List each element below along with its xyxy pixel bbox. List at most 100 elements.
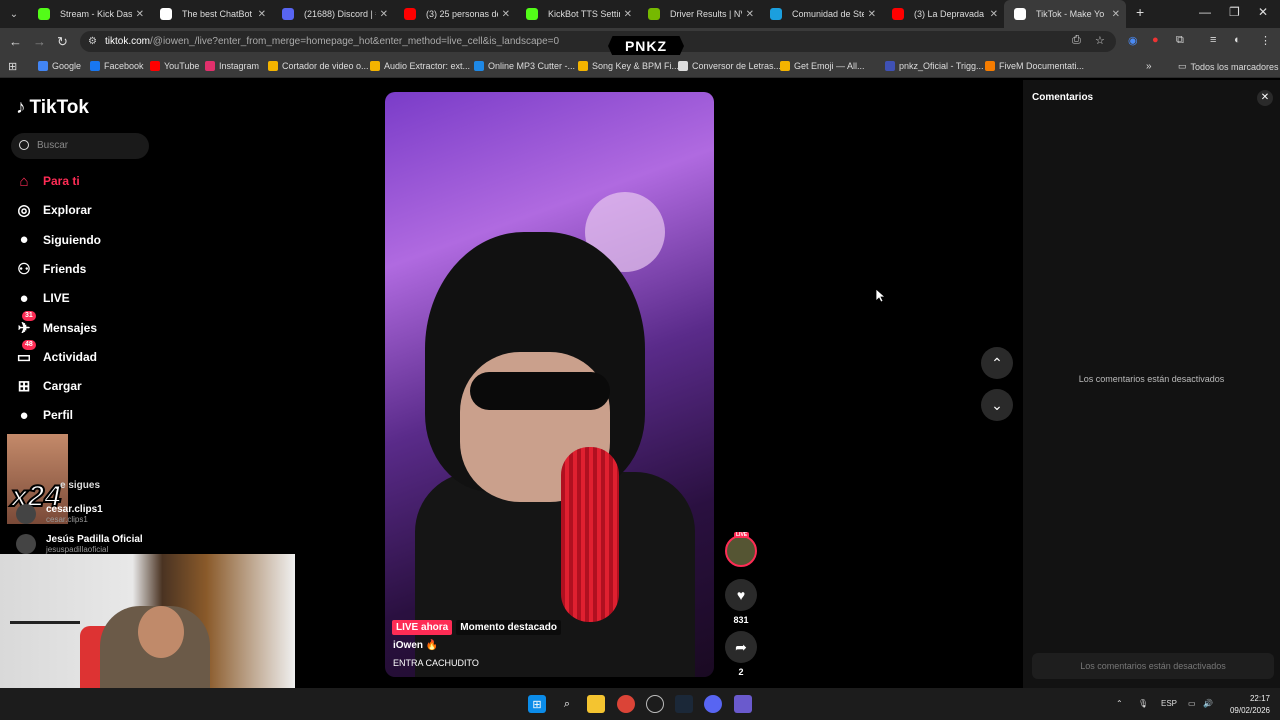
sidebar-item-siguiendo[interactable]: ● Siguiendo [14,229,101,251]
bookmark-item[interactable]: YouTube [150,61,199,71]
browser-tab[interactable]: KickBot TTS Settings✕ [516,0,638,28]
sidebar-item-mensajes[interactable]: ✈ 31 Mensajes [14,310,97,339]
live-icon: ● [19,289,29,307]
browser-tab[interactable]: TikTok - Make Yo ✕ [1004,0,1126,28]
bookmark-favicon-icon [370,61,380,71]
steam-icon[interactable] [675,695,693,713]
close-tab-icon[interactable]: ✕ [868,9,876,20]
windows-start-icon[interactable]: ⊞ [528,695,546,713]
browser-tab[interactable]: (3) 25 personas deter✕ [394,0,516,28]
next-video-chevron-down-icon[interactable]: ⌄ [981,389,1013,421]
language-indicator[interactable]: ESP [1161,699,1177,708]
bookmark-item[interactable]: Google [38,61,81,71]
back-button[interactable]: ← [9,34,22,49]
sidebar-item-cargar[interactable]: ⊞ Cargar [14,375,82,397]
all-bookmarks-folder[interactable]: ▭ Todos los marcadores [1178,61,1279,72]
obs-icon[interactable] [646,695,664,713]
bookmark-item[interactable]: Facebook [90,61,144,71]
highlight-tag[interactable]: Momento destacado [456,620,561,635]
browser-tab[interactable]: (3) La Depravada RED✕ [882,0,1004,28]
home-icon: ⌂ [19,172,29,190]
bookmark-item[interactable]: pnkz_Oficial - Trigg... [885,61,984,71]
like-heart-icon[interactable]: ♥ [725,579,757,611]
browser-menu-icon[interactable]: ⋮ [1260,34,1271,47]
bookmark-item[interactable]: Online MP3 Cutter -... [474,61,575,71]
extension-record-icon[interactable]: ● [1152,34,1159,46]
browser-tab[interactable]: The best ChatBot and✕ [150,0,272,28]
streamer-head [138,606,184,658]
close-tab-icon[interactable]: ✕ [990,9,998,20]
new-tab-button[interactable]: + [1136,4,1144,20]
close-tab-icon[interactable]: ✕ [746,9,754,20]
sidebar-item-live[interactable]: ● LIVE [14,287,69,309]
bookmark-item[interactable]: Audio Extractor: ext... [370,61,470,71]
bookmark-item[interactable]: Instagram [205,61,259,71]
browser-tab[interactable]: Stream - Kick Dashbo✕ [28,0,150,28]
microphone-tray-icon[interactable]: 🎙 [1138,699,1148,708]
live-video-player[interactable] [385,92,714,677]
bookmark-item[interactable]: Conversor de Letras... [678,61,781,71]
close-comments-icon[interactable]: ✕ [1257,90,1273,106]
file-explorer-icon[interactable] [587,695,605,713]
bookmark-item[interactable]: Get Emoji — All... [780,61,865,71]
notification-badge: 31 [22,310,36,321]
profile-avatar-icon[interactable]: ◐ [1234,34,1241,46]
creator-live-avatar[interactable]: LIVE [725,532,757,567]
restore-button[interactable]: ❐ [1229,5,1240,19]
sidebar-item-friends[interactable]: ⚇ Friends [14,258,86,280]
minimize-button[interactable]: — [1199,5,1211,19]
extension-icon[interactable]: ◉ [1128,34,1138,47]
comments-disabled-message: Los comentarios están desactivados [1078,374,1225,384]
discord-icon[interactable] [704,695,722,713]
browser-tab[interactable]: (21688) Discord | # ✕ [272,0,394,28]
media-control-icon[interactable]: ≡ [1210,34,1216,46]
browser-tab[interactable]: Driver Results | NVIDI✕ [638,0,760,28]
bookmark-favicon-icon [678,61,688,71]
sidebar-item-para-ti[interactable]: ⌂ Para ti [14,170,79,192]
reload-button[interactable]: ↻ [57,34,68,50]
close-tab-icon[interactable]: ✕ [380,9,388,20]
previous-video-chevron-up-icon[interactable]: ⌃ [981,347,1013,379]
site-info-icon[interactable]: ⚙ [88,31,97,52]
tab-search-chevron-icon[interactable]: ⌄ [0,0,28,28]
video-username[interactable]: iOwen 🔥 [393,640,438,651]
bookmark-item[interactable]: Song Key & BPM Fi... [578,61,679,71]
bookmark-item[interactable]: FiveM Documentati... [985,61,1084,71]
close-tab-icon[interactable]: ✕ [624,9,632,20]
url-field[interactable]: ⚙ tiktok.com/@iowen_/live?enter_from_mer… [80,31,1116,52]
app-icon[interactable] [734,695,752,713]
share-arrow-icon[interactable]: ➦ [725,631,757,663]
more-bookmarks-chevron-icon[interactable]: » [1146,61,1152,72]
search-input[interactable]: Buscar [11,133,149,159]
sidebar-item-actividad[interactable]: ▭ 48 Actividad [14,339,97,368]
tiktok-logo[interactable]: ♪ TikTok [16,97,89,119]
tray-overflow-chevron-icon[interactable]: ⌃ [1116,699,1123,708]
following-account[interactable]: Jesús Padilla Oficial jesuspadillaoficial [16,534,156,556]
sidebar-item-perfil[interactable]: ● Perfil [14,404,73,426]
following-account[interactable]: cesar.clips1 cesar.clips1 [16,504,156,526]
following-avatar: ● [19,231,29,249]
bookmark-star-icon[interactable]: ☆ [1095,34,1105,47]
forward-button[interactable]: → [33,34,46,49]
close-tab-icon[interactable]: ✕ [502,9,510,20]
live-now-tag[interactable]: LIVE ahora [392,620,453,635]
taskbar-search-icon[interactable]: ⌕ [558,695,576,713]
sidebar-item-explorar[interactable]: ◎ Explorar [14,199,91,221]
extensions-puzzle-icon[interactable]: ⧉ [1176,34,1184,47]
apps-grid-icon[interactable]: ⊞ [8,60,17,73]
mouse-cursor-icon [876,289,886,303]
chrome-icon[interactable] [617,695,635,713]
comment-input[interactable]: Los comentarios están desactivados [1032,653,1274,679]
friends-icon: ⚇ [17,260,31,278]
bookmark-item[interactable]: Cortador de video o... [268,61,369,71]
tab-favicon-icon [404,8,416,20]
close-window-button[interactable]: ✕ [1258,5,1268,19]
system-clock[interactable]: 22:17 09/02/2026 [1222,693,1270,717]
install-app-icon[interactable]: ⎙ [1072,34,1081,47]
network-icon[interactable]: ▭ [1188,699,1196,708]
close-tab-icon[interactable]: ✕ [1112,9,1120,20]
close-tab-icon[interactable]: ✕ [258,9,266,20]
browser-tab[interactable]: Comunidad de Steam✕ [760,0,882,28]
volume-icon[interactable]: 🔊 [1203,699,1213,708]
close-tab-icon[interactable]: ✕ [136,9,144,20]
